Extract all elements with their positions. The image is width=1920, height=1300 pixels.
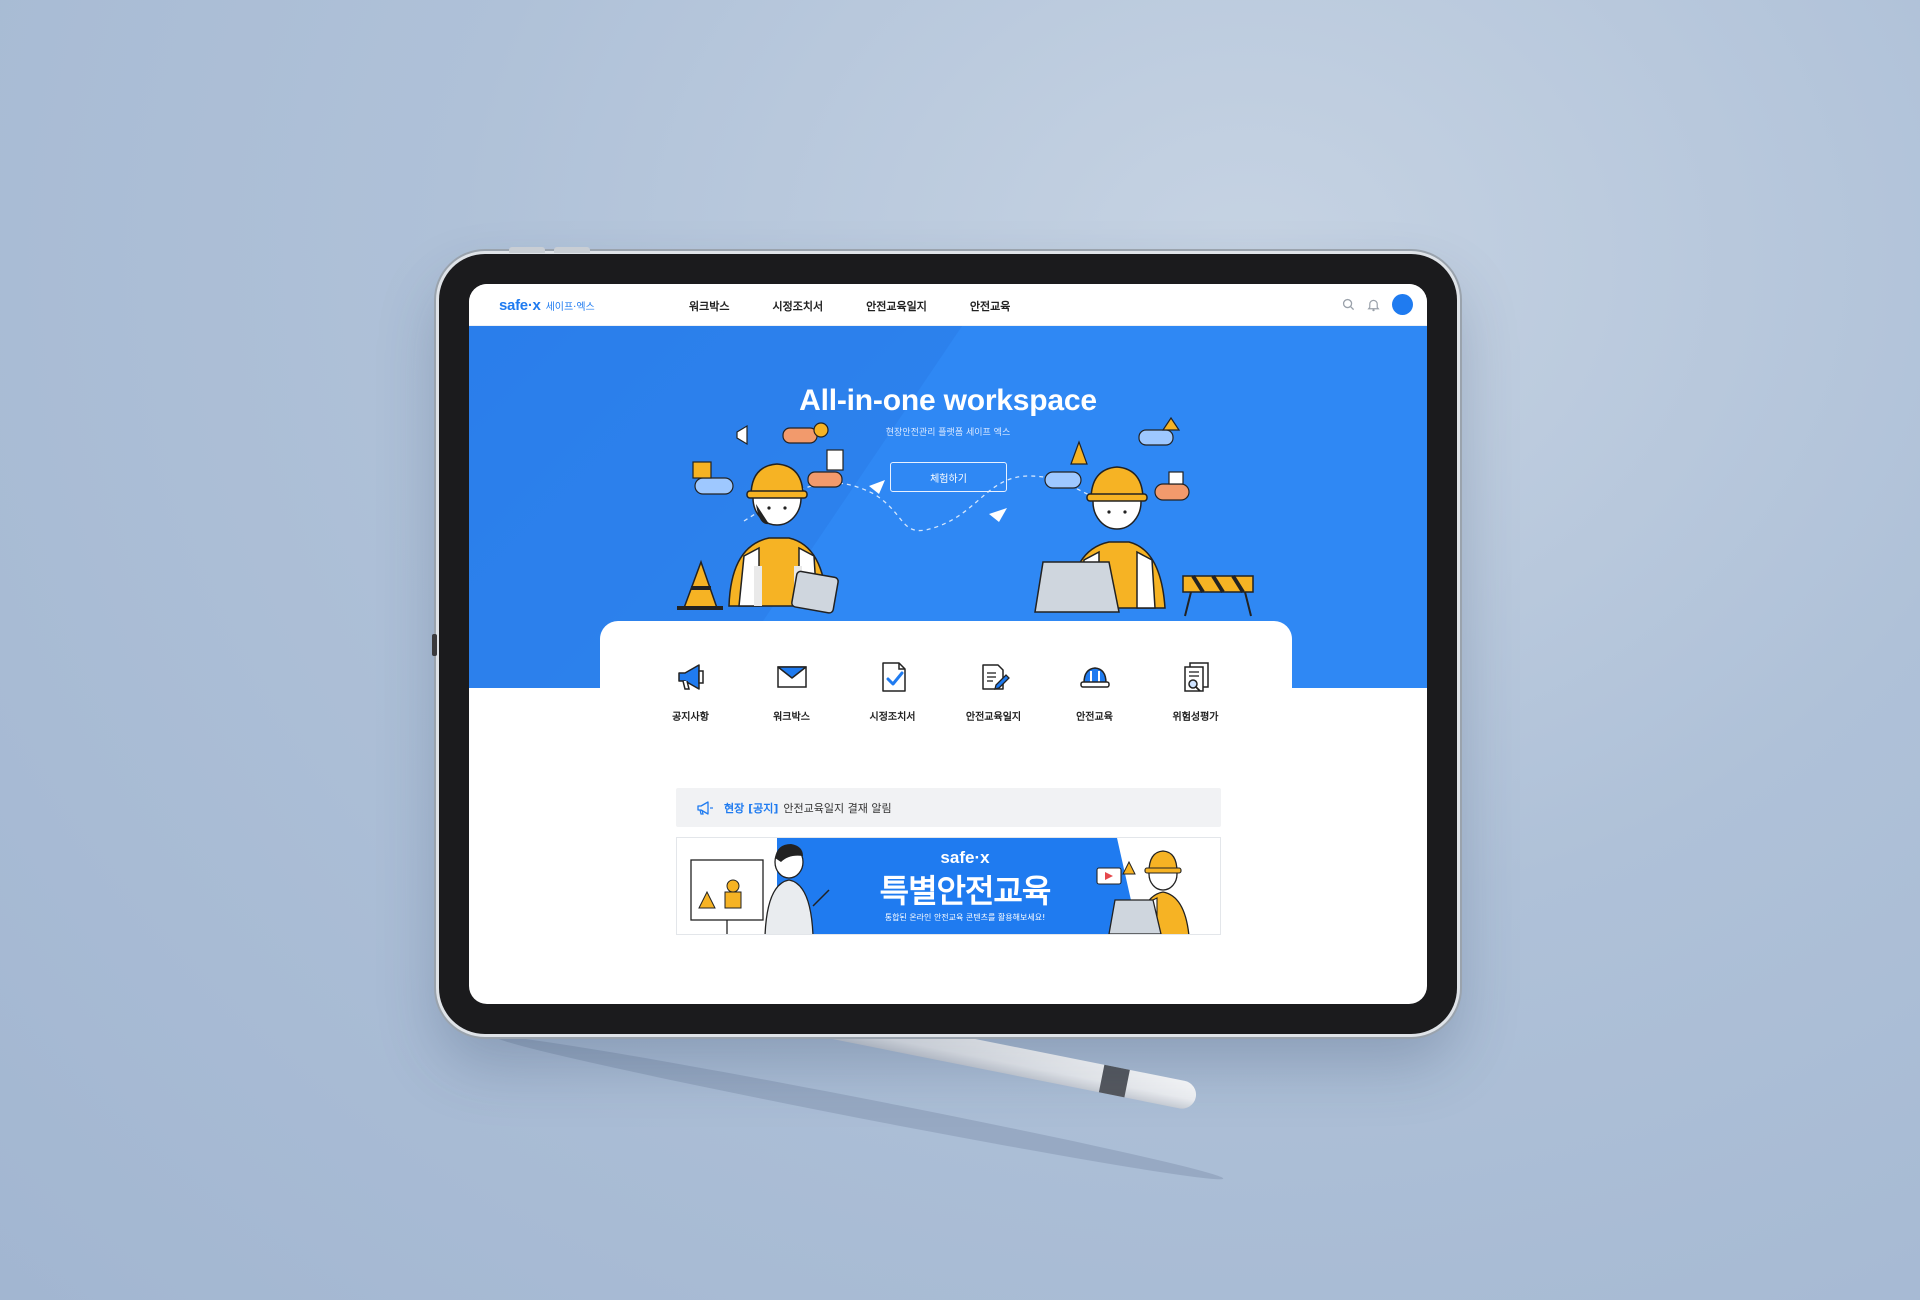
quick-item-label: 시정조치서 [869, 712, 916, 723]
try-it-button[interactable]: 체험하기 [890, 462, 1007, 492]
main-nav: 워크박스 시정조치서 안전교육일지 안전교육 [689, 298, 1010, 314]
logo-text-ko: 세이프·엑스 [545, 302, 595, 313]
bell-icon[interactable] [1367, 298, 1380, 312]
quick-item-corrective-action[interactable]: 시정조치서 [842, 659, 943, 723]
quick-item-label: 위험성평가 [1172, 712, 1219, 723]
avatar[interactable] [1392, 294, 1413, 315]
banner-title: 특별안전교육 [879, 872, 1052, 910]
nav-item-safety-training[interactable]: 안전교육 [970, 298, 1010, 314]
quick-item-risk-assessment[interactable]: 위험성평가 [1145, 659, 1246, 723]
nav-item-corrective-action[interactable]: 시정조치서 [772, 298, 823, 314]
quick-item-notice[interactable]: 공지사항 [640, 659, 741, 723]
quick-item-label: 공지사항 [672, 712, 709, 723]
notice-bar[interactable]: 현장 [공지] 안전교육일지 결재 알림 [676, 788, 1221, 827]
banner-brand: safe·x [940, 848, 990, 867]
nav-item-workbox[interactable]: 워크박스 [689, 298, 729, 314]
quick-item-label: 워크박스 [773, 712, 810, 723]
tablet-device: safe·x 세이프·엑스 워크박스 시정조치서 안전교육일지 안전교육 All… [432, 247, 1457, 1034]
quick-menu: 공지사항 워크박스 시정조치서 안전교육일지 안전교육 위험성평가 [600, 621, 1292, 751]
megaphone-icon [697, 800, 713, 815]
paper-plane-icon [869, 480, 885, 494]
volume-button [554, 247, 590, 253]
notice-text: 안전교육일지 결재 알림 [783, 801, 892, 815]
screen: safe·x 세이프·엑스 워크박스 시정조치서 안전교육일지 안전교육 All… [469, 284, 1427, 1004]
document-pen-icon [981, 664, 1010, 690]
quick-item-workbox[interactable]: 워크박스 [741, 659, 842, 723]
megaphone-icon [677, 664, 704, 690]
hero-title: All-in-one workspace [799, 384, 1097, 417]
logo[interactable]: safe·x 세이프·엑스 [499, 297, 595, 314]
banner-subtitle: 통합된 온라인 안전교육 콘텐츠를 활용해보세요! [884, 913, 1046, 922]
nav-item-safety-training-log[interactable]: 안전교육일지 [866, 298, 927, 314]
document-check-icon [881, 662, 906, 692]
quick-item-label: 안전교육 [1076, 712, 1113, 723]
hard-hat-icon [1079, 667, 1110, 688]
header-icons [1342, 294, 1413, 315]
worker-right [1034, 466, 1166, 613]
envelope-icon [776, 666, 807, 688]
logo-text-en: safe·x [499, 297, 541, 314]
special-training-banner[interactable]: safe·x 특별안전교육 통합된 온라인 안전교육 콘텐츠를 활용해보세요! [676, 837, 1221, 935]
quick-item-safety-training[interactable]: 안전교육 [1044, 659, 1145, 723]
barricade [1182, 574, 1254, 617]
notice-tag: 현장 [공지] [724, 801, 779, 815]
hero-subtitle: 현장안전관리 플랫폼 세이프 엑스 [885, 428, 1011, 438]
search-icon[interactable] [1342, 298, 1355, 311]
volume-button [509, 247, 545, 253]
traffic-cone-left [677, 559, 723, 610]
paper-plane-icon [989, 508, 1007, 522]
side-button [432, 634, 437, 656]
quick-item-label: 안전교육일지 [965, 712, 1022, 723]
quick-item-training-log[interactable]: 안전교육일지 [943, 659, 1044, 723]
document-search-icon [1183, 662, 1209, 692]
top-header: safe·x 세이프·엑스 워크박스 시정조치서 안전교육일지 안전교육 [469, 284, 1427, 326]
